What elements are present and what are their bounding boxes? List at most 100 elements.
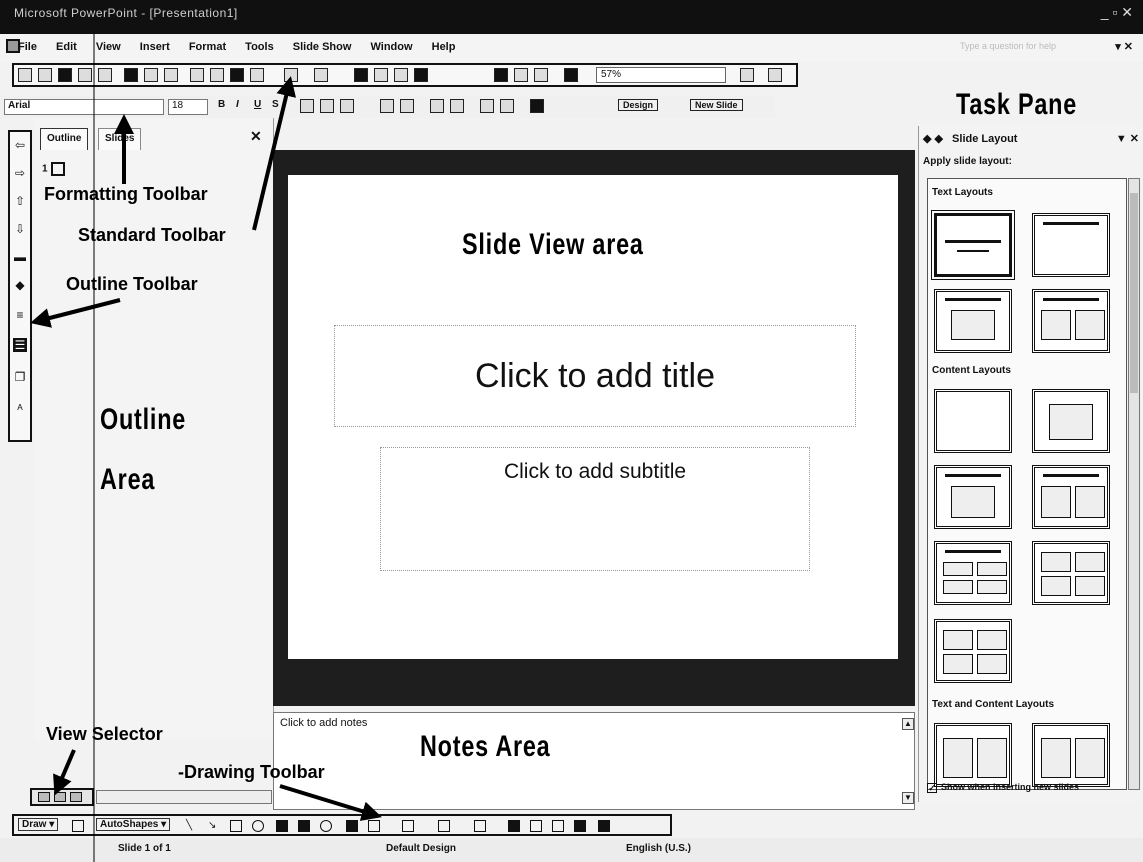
window-controls[interactable]: _ ▫ ✕: [1101, 4, 1133, 21]
increase-font-icon[interactable]: [430, 99, 444, 113]
layout-content-and-text[interactable]: [1032, 723, 1110, 787]
expand-icon[interactable]: ◆: [13, 278, 27, 292]
diagram-icon[interactable]: [320, 820, 332, 832]
layout-blank[interactable]: [934, 389, 1012, 453]
collapse-icon[interactable]: ▬: [13, 250, 27, 264]
wordart-icon[interactable]: [298, 820, 310, 832]
move-down-icon[interactable]: ⇩: [13, 222, 27, 236]
arrow-icon[interactable]: ↘: [208, 820, 220, 832]
bold-button[interactable]: B: [218, 99, 225, 110]
show-on-insert-checkbox[interactable]: ✓ Show when inserting new slides: [927, 782, 1079, 793]
checkbox-check-icon[interactable]: ✓: [927, 782, 937, 793]
insert-hyperlink-icon[interactable]: [414, 68, 428, 82]
font-color-icon[interactable]: [530, 99, 544, 113]
notes-scroll-up-icon[interactable]: ▲: [902, 718, 914, 730]
layout-four-content[interactable]: [934, 619, 1012, 683]
zoom-select[interactable]: 57%: [596, 67, 726, 83]
show-grid-icon[interactable]: [534, 68, 548, 82]
select-objects-icon[interactable]: [72, 820, 84, 832]
layout-content[interactable]: [1032, 389, 1110, 453]
numbering-icon[interactable]: [380, 99, 394, 113]
3d-style-icon[interactable]: [598, 820, 610, 832]
decrease-indent-icon[interactable]: [480, 99, 494, 113]
line-color-icon[interactable]: [438, 820, 450, 832]
slide-show-icon[interactable]: [70, 792, 82, 802]
permission-icon[interactable]: [98, 68, 112, 82]
design-button[interactable]: Design: [618, 99, 659, 111]
collapse-all-icon[interactable]: ≡: [13, 308, 27, 322]
underline-button[interactable]: U: [254, 99, 261, 110]
toolbar-options-icon[interactable]: [768, 68, 782, 82]
layout-title-only[interactable]: [1032, 213, 1110, 277]
layout-title-and-text[interactable]: [934, 289, 1012, 353]
move-up-icon[interactable]: ⇧: [13, 194, 27, 208]
format-painter-icon[interactable]: [250, 68, 264, 82]
align-right-icon[interactable]: [340, 99, 354, 113]
slide-sorter-icon[interactable]: [54, 792, 66, 802]
picture-icon[interactable]: [368, 820, 380, 832]
line-style-icon[interactable]: [508, 820, 520, 832]
task-pane-nav-icon[interactable]: ◆ ◆: [923, 133, 943, 145]
doc-close-icon[interactable]: ▾ ✕: [1115, 40, 1133, 53]
notes-scroll-down-icon[interactable]: ▼: [902, 792, 914, 804]
align-center-icon[interactable]: [320, 99, 334, 113]
outline-close-icon[interactable]: ✕: [250, 128, 262, 145]
copy-icon[interactable]: [210, 68, 224, 82]
normal-view-icon[interactable]: [38, 792, 50, 802]
menu-view[interactable]: View: [96, 41, 121, 53]
fill-color-icon[interactable]: [402, 820, 414, 832]
print-preview-icon[interactable]: [144, 68, 158, 82]
shadow-button[interactable]: S: [272, 99, 279, 110]
textbox-icon[interactable]: [276, 820, 288, 832]
undo-icon[interactable]: [284, 68, 298, 82]
layout-title-content-2[interactable]: [934, 541, 1012, 605]
rectangle-icon[interactable]: [230, 820, 242, 832]
task-pane-scrollbar[interactable]: [1128, 178, 1140, 790]
email-icon[interactable]: [78, 68, 92, 82]
expand-all-icon[interactable]: [494, 68, 508, 82]
save-icon[interactable]: [58, 68, 72, 82]
draw-menu-button[interactable]: Draw ▾: [18, 818, 59, 831]
menu-format[interactable]: Format: [189, 41, 226, 53]
align-left-icon[interactable]: [300, 99, 314, 113]
open-icon[interactable]: [38, 68, 52, 82]
dash-style-icon[interactable]: [530, 820, 542, 832]
tab-outline[interactable]: Outline: [40, 128, 89, 150]
outline-horizontal-scrollbar[interactable]: [96, 790, 272, 804]
expand-all-outline-icon[interactable]: ☰: [13, 338, 27, 352]
notes-placeholder[interactable]: Click to add notes: [280, 717, 367, 729]
font-size-select[interactable]: 18: [168, 99, 208, 115]
menu-help[interactable]: Help: [432, 41, 456, 53]
layout-title-two-content[interactable]: [1032, 465, 1110, 529]
shadow-style-icon[interactable]: [574, 820, 586, 832]
line-icon[interactable]: ╲: [186, 820, 198, 832]
menu-file[interactable]: File: [18, 41, 37, 53]
menu-insert[interactable]: Insert: [140, 41, 170, 53]
spelling-icon[interactable]: [164, 68, 178, 82]
layout-two-column-text[interactable]: [1032, 289, 1110, 353]
title-placeholder[interactable]: Click to add title: [334, 325, 856, 427]
notes-area[interactable]: Click to add notes: [273, 712, 915, 810]
decrease-font-icon[interactable]: [450, 99, 464, 113]
bullets-icon[interactable]: [400, 99, 414, 113]
new-icon[interactable]: [18, 68, 32, 82]
promote-icon[interactable]: ⇦: [13, 138, 27, 152]
help-icon[interactable]: [740, 68, 754, 82]
menu-window[interactable]: Window: [371, 41, 413, 53]
show-formatting-icon[interactable]: [514, 68, 528, 82]
insert-table-icon[interactable]: [374, 68, 388, 82]
oval-icon[interactable]: [252, 820, 264, 832]
task-pane-controls[interactable]: ▼ ✕: [1116, 132, 1139, 145]
redo-icon[interactable]: [314, 68, 328, 82]
color-grayscale-icon[interactable]: [564, 68, 578, 82]
insert-chart-icon[interactable]: [354, 68, 368, 82]
show-formatting-outline-icon[interactable]: ᴬ: [13, 402, 27, 416]
menu-edit[interactable]: Edit: [56, 41, 77, 53]
tables-borders-icon[interactable]: [394, 68, 408, 82]
subtitle-placeholder[interactable]: Click to add subtitle: [380, 447, 810, 571]
help-search-input[interactable]: Type a question for help: [960, 41, 1056, 51]
new-slide-button[interactable]: New Slide: [690, 99, 743, 111]
demote-icon[interactable]: ⇨: [13, 166, 27, 180]
menu-slide-show[interactable]: Slide Show: [293, 41, 352, 53]
menu-tools[interactable]: Tools: [245, 41, 274, 53]
